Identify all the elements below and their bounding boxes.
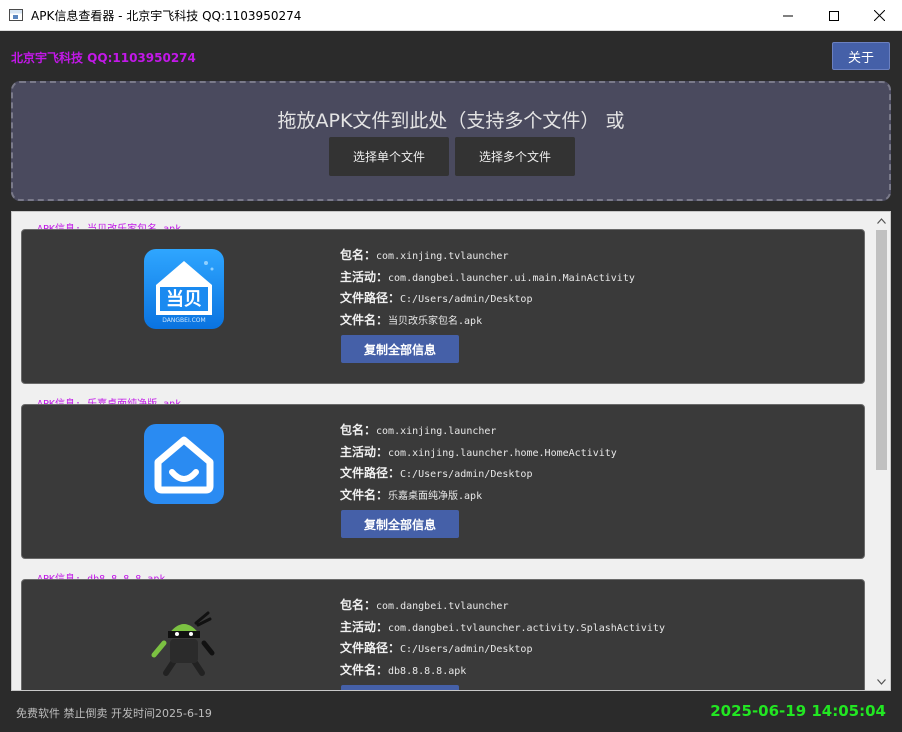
apk-card: 当贝 DANGBEI.COM 包名：com.xinjing.tvlauncher… <box>21 229 865 384</box>
path-label: 文件路径： <box>340 641 401 655</box>
minimize-icon <box>783 15 793 16</box>
dangbei-icon: 当贝 DANGBEI.COM <box>144 249 224 329</box>
filename-label: 文件名： <box>340 487 389 502</box>
minimize-button[interactable] <box>765 0 811 31</box>
package-value: com.dangbei.tvlauncher <box>376 601 509 612</box>
path-value: C:/Users/admin/Desktop <box>400 644 533 655</box>
brand-label: 北京宇飞科技 QQ:1103950274 <box>11 51 196 65</box>
apk-info: 包名：com.xinjing.tvlauncher 主活动：com.dangbe… <box>340 246 635 332</box>
path-value: C:/Users/admin/Desktop <box>400 294 533 305</box>
filename-label: 文件名： <box>340 312 389 327</box>
scroll-up-button[interactable] <box>873 212 890 229</box>
filename-value: 乐嘉桌面纯净版.apk <box>388 490 483 502</box>
select-single-file-button[interactable]: 选择单个文件 <box>329 137 449 176</box>
apk-card: 包名：com.xinjing.launcher 主活动：com.xinjing.… <box>21 404 865 559</box>
close-button[interactable] <box>856 0 902 31</box>
copy-all-button[interactable]: 复制全部信息 <box>341 335 459 363</box>
copy-all-button[interactable]: 复制全部信息 <box>341 510 459 538</box>
copy-all-button[interactable]: 复制全部信息 <box>341 685 459 690</box>
clock-display: 2025-06-19 14:05:04 <box>710 702 886 720</box>
path-label: 文件路径： <box>340 291 401 305</box>
scroll-down-button[interactable] <box>873 673 890 690</box>
activity-value: com.dangbei.launcher.ui.main.MainActivit… <box>388 272 635 284</box>
home-smile-icon <box>144 424 224 504</box>
title-bar: APK信息查看器 - 北京宇飞科技 QQ:1103950274 <box>0 0 902 31</box>
activity-value: com.dangbei.tvlauncher.activity.SplashAc… <box>388 622 665 634</box>
apk-card: 包名：com.dangbei.tvlauncher 主活动：com.dangbe… <box>21 579 865 690</box>
chevron-up-icon <box>877 217 886 224</box>
about-button[interactable]: 关于 <box>832 42 890 70</box>
drop-zone[interactable]: 拖放APK文件到此处（支持多个文件） 或 选择单个文件 选择多个文件 <box>11 81 891 201</box>
package-label: 包名： <box>340 598 377 612</box>
close-icon <box>873 10 885 21</box>
package-value: com.xinjing.tvlauncher <box>376 251 509 262</box>
window-title: APK信息查看器 - 北京宇飞科技 QQ:1103950274 <box>31 8 302 23</box>
drop-instructions: 拖放APK文件到此处（支持多个文件） 或 <box>277 110 625 132</box>
dangbei-icon-text: 当贝 <box>166 288 202 310</box>
filename-label: 文件名： <box>340 662 389 677</box>
activity-value: com.xinjing.launcher.home.HomeActivity <box>388 447 617 459</box>
path-value: C:/Users/admin/Desktop <box>400 469 533 480</box>
package-value: com.xinjing.launcher <box>376 426 497 437</box>
maximize-icon <box>829 10 839 21</box>
vertical-scrollbar[interactable] <box>873 212 890 690</box>
activity-label: 主活动： <box>340 269 389 284</box>
filename-value: 当贝改乐家包名.apk <box>388 315 483 327</box>
maximize-button[interactable] <box>811 0 857 31</box>
filename-value: db8.8.8.8.apk <box>388 665 467 677</box>
package-label: 包名： <box>340 423 377 437</box>
select-multiple-files-button[interactable]: 选择多个文件 <box>455 137 575 176</box>
apk-info: 包名：com.dangbei.tvlauncher 主活动：com.dangbe… <box>340 596 665 682</box>
scrollbar-thumb[interactable] <box>876 230 887 470</box>
app-window-icon <box>9 9 23 21</box>
footer-notice: 免费软件 禁止倒卖 开发时间2025-6-19 <box>16 707 212 720</box>
activity-label: 主活动： <box>340 444 389 459</box>
chevron-down-icon <box>877 678 886 685</box>
path-label: 文件路径： <box>340 466 401 480</box>
apk-list[interactable]: APK信息: 当贝改乐家包名.apk 当贝 DANGBEI.COM 包名：com… <box>11 211 891 691</box>
package-label: 包名： <box>340 248 377 262</box>
activity-label: 主活动： <box>340 619 389 634</box>
android-ninja-icon <box>144 599 224 679</box>
dangbei-icon-sub: DANGBEI.COM <box>162 317 205 324</box>
apk-info: 包名：com.xinjing.launcher 主活动：com.xinjing.… <box>340 421 617 507</box>
